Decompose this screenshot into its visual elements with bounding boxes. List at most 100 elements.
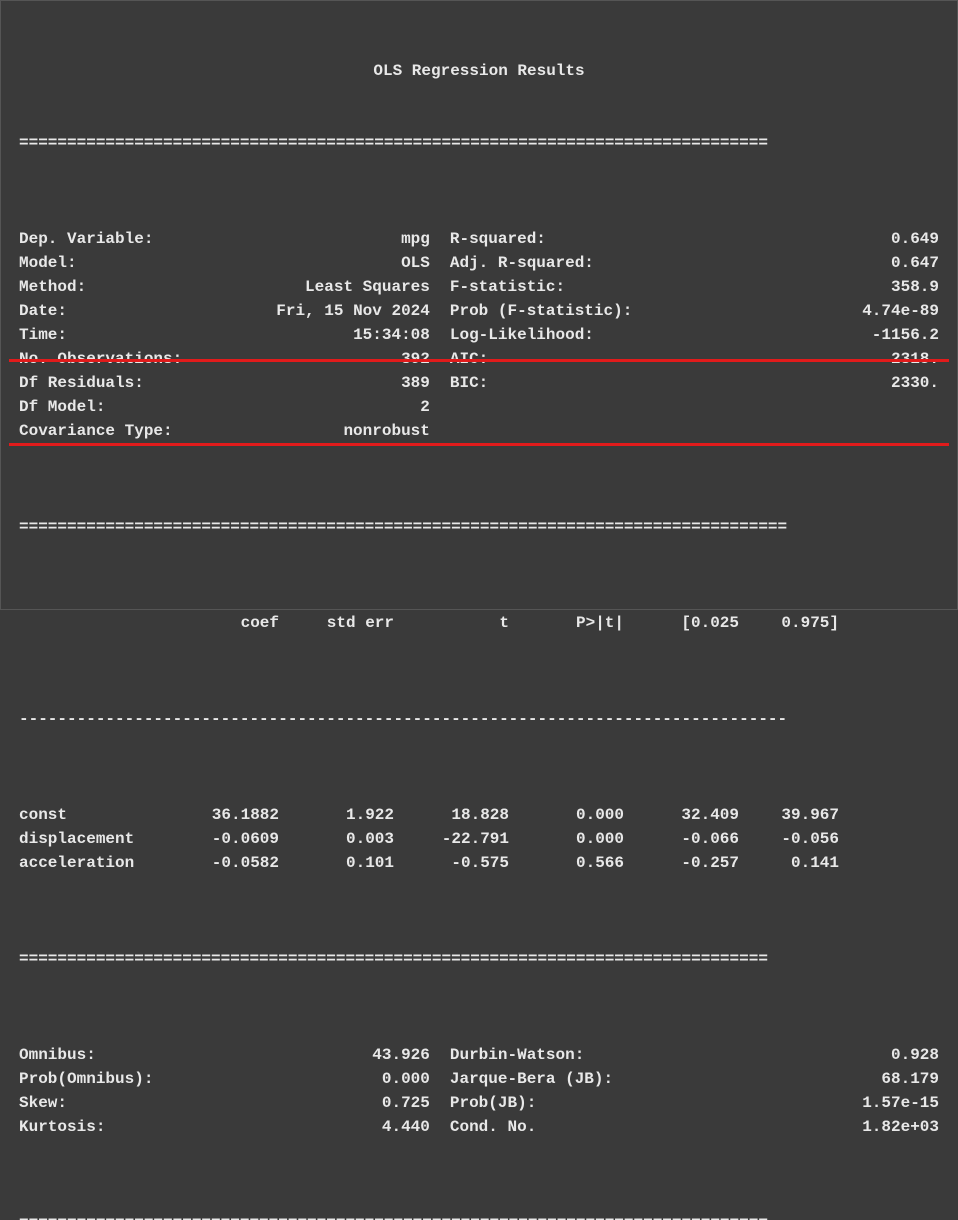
summary-value: 0.647 <box>594 251 939 275</box>
summary-block: Dep. Variable:mpgR-squared:0.649Model:OL… <box>19 227 939 443</box>
diag-row: Omnibus:43.926 Durbin-Watson:0.928 <box>19 1043 939 1067</box>
diag-value: 68.179 <box>613 1067 939 1091</box>
diag-label: Durbin-Watson: <box>450 1043 584 1067</box>
coef-cell: -0.0609 <box>159 827 279 851</box>
coef-cell: -0.066 <box>624 827 739 851</box>
diag-value: 0.725 <box>67 1091 430 1115</box>
coef-header-coef: coef <box>159 611 279 635</box>
summary-row: Time:15:34:08 Log-Likelihood:-1156.2 <box>19 323 939 347</box>
summary-label: Time: <box>19 323 67 347</box>
summary-label: Log-Likelihood: <box>450 323 594 347</box>
divider-coef-top: ========================================… <box>19 515 939 539</box>
summary-label: Date: <box>19 299 67 323</box>
coef-cell: const <box>19 803 159 827</box>
summary-value <box>450 395 939 419</box>
diag-label: Prob(JB): <box>450 1091 536 1115</box>
summary-label: Adj. R-squared: <box>450 251 594 275</box>
highlight-bar-bottom <box>9 443 949 446</box>
diag-label: Cond. No. <box>450 1115 536 1139</box>
coef-cell: -0.575 <box>394 851 509 875</box>
summary-row: Method:Least SquaresF-statistic:358.9 <box>19 275 939 299</box>
coef-cell: 0.101 <box>279 851 394 875</box>
summary-row: Model:OLS Adj. R-squared:0.647 <box>19 251 939 275</box>
diag-value: 1.57e-15 <box>536 1091 939 1115</box>
summary-value: Least Squares <box>86 275 430 299</box>
diag-label: Prob(Omnibus): <box>19 1067 153 1091</box>
summary-value: mpg <box>153 227 429 251</box>
coef-cell: 0.000 <box>509 803 624 827</box>
divider-diag-top: ========================================… <box>19 947 939 971</box>
coef-header-blank <box>19 611 159 635</box>
summary-row: Date:Fri, 15 Nov 2024 Prob (F-statistic):… <box>19 299 939 323</box>
coef-cell: 0.141 <box>739 851 839 875</box>
diag-value: 4.440 <box>105 1115 429 1139</box>
coef-cell: -0.257 <box>624 851 739 875</box>
summary-row: Dep. Variable:mpg R-squared:0.649 <box>19 227 939 251</box>
summary-label: Df Model: <box>19 395 105 419</box>
summary-label: BIC: <box>450 371 488 395</box>
coef-cell: 39.967 <box>739 803 839 827</box>
coef-cell: acceleration <box>19 851 159 875</box>
coef-header-row: coef std err t P>|t| [0.025 0.975] <box>19 611 939 635</box>
summary-label: Prob (F-statistic): <box>450 299 632 323</box>
coef-cell: -0.056 <box>739 827 839 851</box>
diagnostics-block: Omnibus:43.926Durbin-Watson:0.928Prob(Om… <box>19 1043 939 1139</box>
diag-label: Kurtosis: <box>19 1115 105 1139</box>
summary-value: 2 <box>105 395 429 419</box>
summary-row: Df Model:2 <box>19 395 939 419</box>
summary-row: Df Residuals:389 BIC:2330. <box>19 371 939 395</box>
coef-header-p: P>|t| <box>509 611 624 635</box>
summary-value <box>450 419 939 443</box>
diag-label: Omnibus: <box>19 1043 96 1067</box>
summary-value: 358.9 <box>565 275 939 299</box>
diag-value: 0.000 <box>153 1067 429 1091</box>
summary-value: -1156.2 <box>594 323 939 347</box>
coef-row: const36.18821.92218.8280.00032.40939.967 <box>19 803 939 827</box>
diag-row: Kurtosis:4.440 Cond. No.1.82e+03 <box>19 1115 939 1139</box>
summary-value: nonrobust <box>173 419 430 443</box>
summary-value: 0.649 <box>546 227 939 251</box>
coef-row: acceleration-0.05820.101-0.5750.566-0.25… <box>19 851 939 875</box>
diag-value: 1.82e+03 <box>536 1115 939 1139</box>
diag-row: Skew:0.725 Prob(JB):1.57e-15 <box>19 1091 939 1115</box>
coef-table-body: const36.18821.92218.8280.00032.40939.967… <box>19 803 939 875</box>
diag-label: Jarque-Bera (JB): <box>450 1067 613 1091</box>
summary-label: Dep. Variable: <box>19 227 153 251</box>
diag-value: 0.928 <box>584 1043 939 1067</box>
ols-output: OLS Regression Results =================… <box>0 0 958 610</box>
coef-cell: 1.922 <box>279 803 394 827</box>
coef-cell: displacement <box>19 827 159 851</box>
coef-cell: 0.000 <box>509 827 624 851</box>
summary-value: 4.74e-89 <box>632 299 939 323</box>
summary-value: Fri, 15 Nov 2024 <box>67 299 430 323</box>
summary-label: R-squared: <box>450 227 546 251</box>
diag-row: Prob(Omnibus):0.000 Jarque-Bera (JB):68.1… <box>19 1067 939 1091</box>
summary-value: 2330. <box>488 371 939 395</box>
coef-cell: -22.791 <box>394 827 509 851</box>
coef-header-cihigh: 0.975] <box>739 611 839 635</box>
diag-value: 43.926 <box>96 1043 430 1067</box>
divider-bottom: ========================================… <box>19 1211 939 1220</box>
coef-cell: 0.003 <box>279 827 394 851</box>
coef-cell: 36.1882 <box>159 803 279 827</box>
summary-value: 389 <box>144 371 430 395</box>
highlight-bar-top <box>9 359 949 362</box>
summary-label: Model: <box>19 251 77 275</box>
divider-top: ========================================… <box>19 131 939 155</box>
summary-value: OLS <box>77 251 430 275</box>
summary-row: Covariance Type:nonrobust <box>19 419 939 443</box>
coef-header-t: t <box>394 611 509 635</box>
summary-label: F-statistic: <box>450 275 565 299</box>
coef-cell: 32.409 <box>624 803 739 827</box>
coef-cell: 18.828 <box>394 803 509 827</box>
diag-label: Skew: <box>19 1091 67 1115</box>
coef-cell: -0.0582 <box>159 851 279 875</box>
coef-header-cilow: [0.025 <box>624 611 739 635</box>
coef-header-stderr: std err <box>279 611 394 635</box>
summary-label: Covariance Type: <box>19 419 173 443</box>
coef-cell: 0.566 <box>509 851 624 875</box>
coef-row: displacement-0.06090.003-22.7910.000-0.0… <box>19 827 939 851</box>
divider-coef-dash: ----------------------------------------… <box>19 707 939 731</box>
summary-label: Df Residuals: <box>19 371 144 395</box>
summary-value: 15:34:08 <box>67 323 430 347</box>
